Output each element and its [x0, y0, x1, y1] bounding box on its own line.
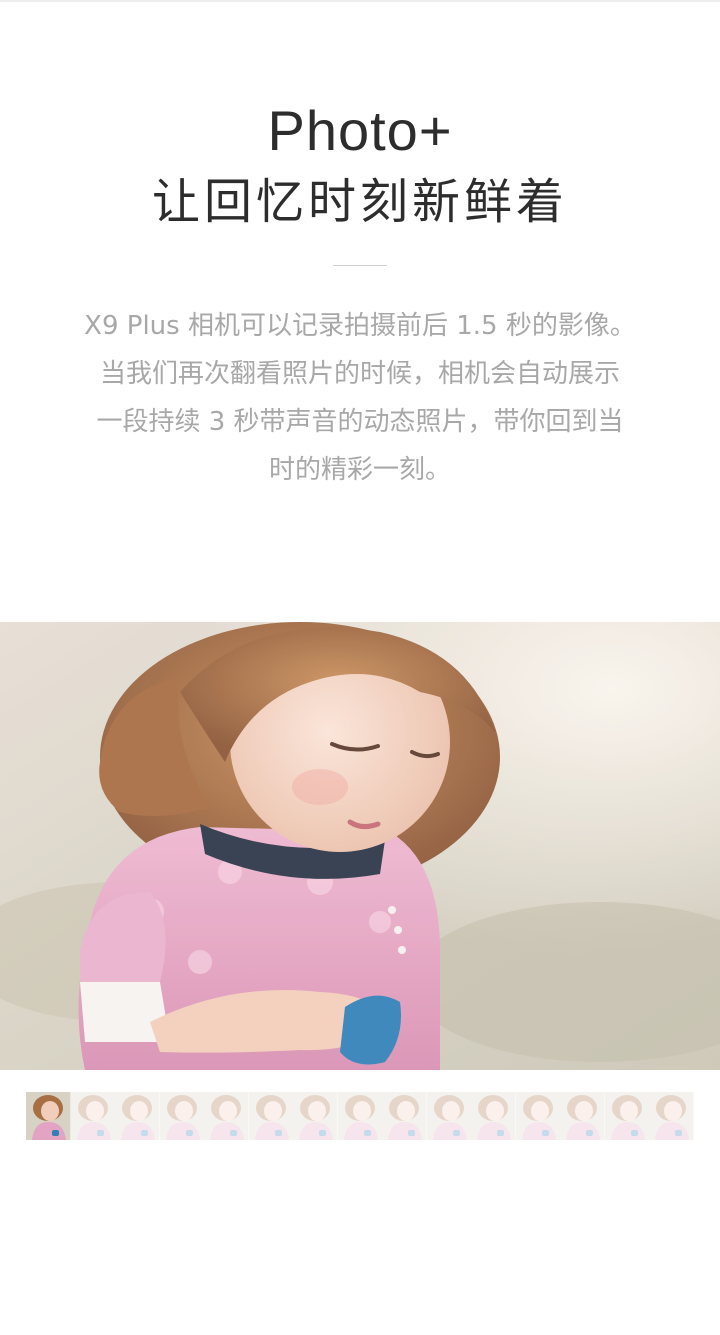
top-border [0, 0, 720, 2]
filmstrip-frame[interactable] [337, 1092, 382, 1140]
description-line-3: 一段持续 3 秒带声音的动态照片，带你回到当 [96, 407, 624, 437]
filmstrip-frame[interactable] [70, 1092, 115, 1140]
page-title-en: Photo+ [267, 99, 453, 162]
hero-photo [0, 622, 720, 1070]
filmstrip-frame[interactable] [649, 1092, 694, 1140]
title-divider [333, 265, 387, 266]
feature-description: X9 Plus 相机可以记录拍摄前后 1.5 秒的影像。 当我们再次翻看照片的时… [60, 302, 660, 494]
filmstrip-frame[interactable] [115, 1092, 160, 1140]
hero-photo-illustration [0, 622, 720, 1070]
page-title-cn: 让回忆时刻新鲜着 [151, 174, 568, 230]
filmstrip-frame[interactable] [471, 1092, 516, 1140]
filmstrip-frame[interactable] [604, 1092, 649, 1140]
filmstrip-frame[interactable] [204, 1092, 249, 1140]
description-line-1: X9 Plus 相机可以记录拍摄前后 1.5 秒的影像。 [84, 311, 636, 341]
description-line-4: 时的精彩一刻。 [268, 455, 451, 485]
photo-filmstrip[interactable] [26, 1092, 694, 1140]
description-line-2: 当我们再次翻看照片的时候，相机会自动展示 [99, 359, 620, 389]
filmstrip-frame[interactable] [293, 1092, 338, 1140]
filmstrip-frame[interactable] [248, 1092, 293, 1140]
filmstrip-frame[interactable] [426, 1092, 471, 1140]
filmstrip-frame[interactable] [382, 1092, 427, 1140]
filmstrip-frame[interactable] [560, 1092, 605, 1140]
filmstrip-frame[interactable] [515, 1092, 560, 1140]
filmstrip-frame[interactable] [159, 1092, 204, 1140]
filmstrip-frame[interactable] [26, 1092, 71, 1140]
